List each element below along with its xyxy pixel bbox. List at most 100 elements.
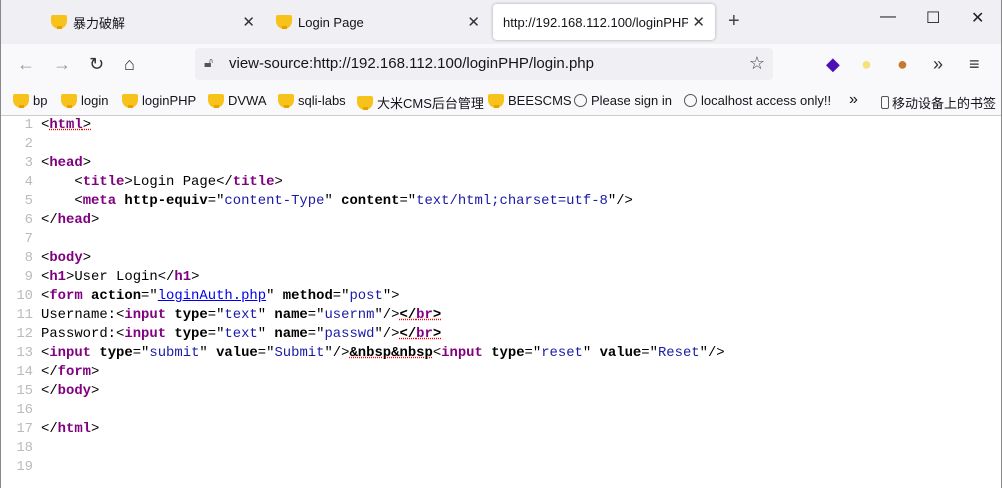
source-token: input [124,307,167,323]
source-token: body [57,383,92,399]
source-token: > [274,174,283,190]
source-token: type [166,326,208,342]
bookmark-item[interactable]: 大米CMS后台管理 [357,93,484,112]
line-number: 7 [24,231,33,247]
trophy-icon [61,93,77,108]
tab-view-source[interactable]: http://192.168.112.100/loginPHP/ ✕ [493,4,715,40]
new-tab-button[interactable]: + [728,10,740,33]
line-content: <html> [41,116,91,135]
source-token: type [482,345,525,361]
bookmark-item[interactable]: sqli-labs [278,93,346,108]
source-token: =" [207,326,225,342]
source-token: </ [41,421,58,437]
line-number: 9 [24,269,33,285]
source-line: 8 <body> [1,249,1001,268]
bookmark-item[interactable]: bp [13,93,47,108]
source-token: text/html;charset=utf-8 [416,193,608,209]
bookmark-item[interactable]: BEESCMS [488,93,572,108]
source-token: =" [132,345,150,361]
line-number: 4 [24,174,33,190]
source-token: input [49,345,92,361]
bookmark-item[interactable]: localhost access only!! [684,93,831,108]
address-bar[interactable]: 🔓︎ view-source:http://192.168.112.100/lo… [195,48,773,80]
source-token: > [82,250,92,266]
trophy-icon [357,95,373,110]
line-content: <h1>User Login</h1> [41,268,199,287]
bookmark-item[interactable]: DVWA [208,93,267,108]
source-token: Username:< [41,307,125,323]
source-token: Submit [274,345,325,361]
source-token: > [91,421,100,437]
source-token: passwd [324,326,375,342]
bookmark-item[interactable]: login [61,93,108,108]
bookmark-item[interactable]: loginPHP [122,93,196,108]
line-content: <meta http-equiv="content-Type" content=… [41,192,633,211]
menu-button[interactable]: ≡ [969,54,980,75]
source-token: > [432,326,442,342]
source-token: </ [41,212,58,228]
source-view: 1 <html> 2 3 <head> 4 <title>Login Page</titl… [1,116,1001,477]
back-button[interactable]: ← [17,54,35,75]
source-token: html [49,117,83,133]
source-token: value [207,345,258,361]
reload-button[interactable]: ↻ [89,54,104,75]
minimize-button[interactable]: — [880,8,896,26]
bookmark-item[interactable]: Please sign in [574,93,672,108]
close-window-button[interactable]: ✕ [971,8,984,28]
source-token: meta [82,193,117,209]
source-token: text [224,307,258,323]
source-token: type [166,307,208,323]
source-line: 6 </head> [1,211,1001,230]
source-line: 18 [1,439,1001,458]
source-token: "> [382,288,400,304]
globe-icon [574,94,587,107]
bookmarks-bar: » 移动设备上的书签 bp login loginPHP DVWA sqli-labs 大… [1,86,1001,116]
line-content: Password:<input type="text" name="passwd… [41,325,441,344]
source-line: 1 <html> [1,116,1001,135]
bookmark-label: 大米CMS后台管理 [377,96,484,111]
source-token: " [582,345,592,361]
tab-brute-force[interactable]: 暴力破解 ✕ [41,4,265,40]
globe-icon [684,94,697,107]
home-button[interactable]: ⌂ [124,54,135,75]
source-line: 3 <head> [1,154,1001,173]
trophy-icon [13,93,29,108]
source-token: </ [399,326,417,342]
source-token: title [82,174,125,190]
extension-ring-icon[interactable]: ● [861,54,872,75]
source-token: > [91,383,100,399]
extension-icon[interactable]: ◆ [826,54,840,75]
source-token: =" [207,193,225,209]
phone-icon [881,96,889,109]
source-line: 12 Password:<input type="text" name="pass… [1,325,1001,344]
line-number: 19 [16,459,33,475]
source-token: body [49,250,83,266]
maximize-button[interactable]: ☐ [926,8,940,28]
source-token: &nbsp&nbsp [349,345,433,361]
close-icon[interactable]: ✕ [242,13,255,31]
star-icon[interactable]: ☆ [749,53,765,74]
source-token: > [91,364,100,380]
source-token: form [57,364,92,380]
source-line: 19 [1,458,1001,477]
bookmark-label: Please sign in [591,93,672,108]
source-token: =" [257,345,275,361]
trophy-icon [122,93,138,108]
more-tools-button[interactable]: » [933,54,943,75]
more-bookmarks-button[interactable]: » [849,91,858,109]
close-icon[interactable]: ✕ [692,13,705,31]
cookie-icon[interactable]: ● [897,54,908,75]
forward-button[interactable]: → [53,54,71,75]
mobile-bookmarks[interactable]: 移动设备上的书签 [881,93,996,112]
tab-label: http://192.168.112.100/loginPHP/ [503,14,688,30]
line-number: 5 [24,193,33,209]
source-token: =" [524,345,542,361]
source-token: " [324,193,333,209]
close-icon[interactable]: ✕ [467,13,480,31]
source-line: 4 <title>Login Page</title> [1,173,1001,192]
source-line: 11 Username:<input type="text" name="user… [1,306,1001,325]
line-content: <title>Login Page</title> [41,173,283,192]
insecure-lock-icon[interactable]: 🔓︎ [204,54,213,71]
source-link[interactable]: loginAuth.php [158,288,266,304]
tab-login-page[interactable]: Login Page ✕ [266,4,490,40]
